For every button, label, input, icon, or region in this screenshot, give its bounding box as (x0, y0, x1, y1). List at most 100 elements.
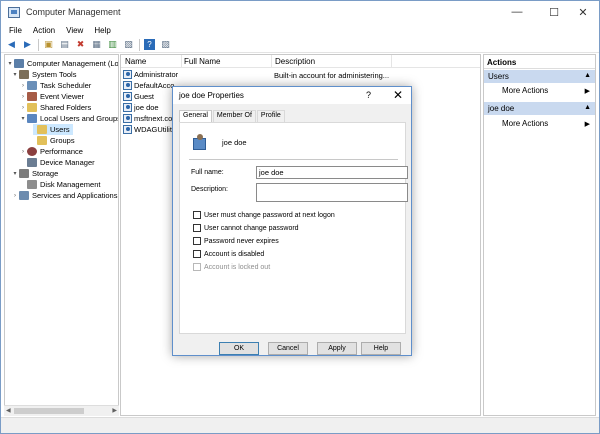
scroll-left-icon[interactable]: ◀ (6, 407, 11, 414)
actions-pane: Actions Users ▲ More Actions ▶ joe doe ▲… (483, 54, 596, 416)
computer-management-window: Computer Management — ☐ ✕ File Action Vi… (0, 0, 600, 434)
minimize-button[interactable]: — (501, 1, 533, 23)
event-viewer-icon (27, 92, 37, 101)
column-header-full-name[interactable]: Full Name (184, 57, 220, 66)
help-button[interactable]: Help (361, 342, 401, 355)
divider (189, 159, 398, 160)
expand-toggle[interactable]: ▾ (11, 71, 19, 78)
expand-toggle[interactable]: › (19, 94, 27, 100)
submenu-arrow-icon: ▶ (584, 87, 590, 95)
tree-item-shared-folders[interactable]: › Shared Folders (19, 102, 91, 113)
dialog-title-bar: joe doe Properties ? ✕ (173, 87, 411, 104)
expand-toggle[interactable]: ▾ (6, 60, 14, 67)
menu-action[interactable]: Action (33, 26, 55, 35)
console-tree-icon[interactable]: ▤ (59, 39, 70, 50)
more-actions-users[interactable]: More Actions ▶ (484, 84, 595, 97)
folder-icon (37, 136, 47, 145)
up-folder-icon[interactable]: ▣ (43, 39, 54, 50)
performance-icon (27, 147, 37, 156)
tree-horizontal-scrollbar[interactable]: ◀ ▶ (4, 405, 119, 416)
ok-button[interactable]: OK (219, 342, 259, 355)
status-bar (1, 417, 599, 433)
back-icon[interactable]: ◀ (6, 39, 17, 50)
submenu-arrow-icon: ▶ (584, 120, 590, 128)
cancel-button[interactable]: Cancel (268, 342, 308, 355)
expand-toggle[interactable]: › (19, 105, 27, 111)
menu-help[interactable]: Help (94, 26, 110, 35)
refresh-icon[interactable]: ▥ (107, 39, 118, 50)
dialog-title: joe doe Properties (179, 91, 244, 100)
column-header-name[interactable]: Name (125, 57, 146, 66)
must-change-password-checkbox[interactable]: User must change password at next logon (193, 211, 335, 219)
menu-bar: File Action View Help (1, 23, 599, 37)
expand-toggle[interactable]: › (19, 83, 27, 89)
collapse-icon[interactable]: ▲ (584, 72, 591, 79)
tools-icon (19, 70, 29, 79)
disk-icon (27, 180, 37, 189)
scrollbar-thumb[interactable] (14, 408, 84, 414)
description-input[interactable] (256, 183, 408, 202)
password-never-expires-checkbox[interactable]: Password never expires (193, 237, 279, 245)
user-account-icon (191, 134, 209, 152)
menu-file[interactable]: File (9, 26, 22, 35)
menu-view[interactable]: View (66, 26, 83, 35)
list-item[interactable]: Administrator Built-in account for admin… (121, 70, 480, 81)
properties-icon[interactable]: ▦ (91, 39, 102, 50)
expand-toggle[interactable]: › (11, 193, 19, 199)
general-tab-panel: joe doe Full name: joe doe Description: … (179, 122, 408, 334)
column-header-description[interactable]: Description (275, 57, 315, 66)
tree-item-users[interactable]: Users (33, 124, 73, 135)
users-group-icon (27, 114, 37, 123)
expand-toggle[interactable]: › (19, 149, 27, 155)
tree-item-storage[interactable]: ▾ Storage (11, 168, 58, 179)
collapse-icon[interactable]: ▲ (584, 104, 591, 111)
expand-toggle[interactable]: ▾ (19, 115, 27, 122)
tab-profile[interactable]: Profile (256, 110, 285, 122)
tree-item-local-users-and-groups[interactable]: ▾ Local Users and Groups (19, 113, 118, 124)
tree-item-computer-management[interactable]: ▾ Computer Management (Local (6, 58, 118, 69)
folder-icon (37, 125, 47, 134)
tree-item-disk-management[interactable]: Disk Management (19, 179, 100, 190)
expand-toggle[interactable]: ▾ (11, 170, 19, 177)
help-icon[interactable]: ? (144, 39, 155, 50)
full-name-input[interactable]: joe doe (256, 166, 408, 179)
tree-item-task-scheduler[interactable]: › Task Scheduler (19, 80, 91, 91)
account-locked-out-checkbox: Account is locked out (193, 263, 270, 271)
cannot-change-password-checkbox[interactable]: User cannot change password (193, 224, 299, 232)
tree-item-groups[interactable]: Groups (33, 135, 75, 146)
export-list-icon[interactable]: ▧ (123, 39, 134, 50)
tree-item-device-manager[interactable]: Device Manager (19, 157, 95, 168)
tree-item-event-viewer[interactable]: › Event Viewer (19, 91, 84, 102)
dialog-help-button[interactable]: ? (366, 90, 371, 100)
computer-management-icon (8, 6, 20, 18)
dialog-tabs: General Member Of Profile (179, 110, 286, 123)
dialog-close-button[interactable]: ✕ (393, 88, 403, 102)
console-tree: ▾ Computer Management (Local ▾ System To… (4, 54, 119, 415)
task-scheduler-icon (27, 81, 37, 90)
tree-item-system-tools[interactable]: ▾ System Tools (11, 69, 76, 80)
show-hide-pane-icon[interactable]: ▨ (160, 39, 171, 50)
account-disabled-checkbox[interactable]: Account is disabled (193, 250, 264, 258)
actions-group-users[interactable]: Users ▲ (484, 70, 595, 83)
actions-title: Actions (484, 55, 595, 69)
actions-group-joe-doe[interactable]: joe doe ▲ (484, 102, 595, 115)
toolbar: ◀ ▶ ▣ ▤ ✖ ▦ ▥ ▧ ? ▨ (1, 37, 599, 53)
tree-item-performance[interactable]: › Performance (19, 146, 83, 157)
apply-button[interactable]: Apply (317, 342, 357, 355)
forward-icon[interactable]: ▶ (22, 39, 33, 50)
full-name-label: Full name: (191, 169, 224, 176)
delete-icon[interactable]: ✖ (75, 39, 86, 50)
toolbar-divider (139, 38, 140, 51)
user-icon (123, 103, 132, 112)
close-window-button[interactable]: ✕ (567, 1, 599, 23)
maximize-button[interactable]: ☐ (538, 1, 570, 23)
scroll-right-icon[interactable]: ▶ (112, 407, 117, 414)
description-label: Description: (191, 186, 228, 193)
tree-item-services-and-applications[interactable]: › Services and Applications (11, 190, 117, 201)
tab-member-of[interactable]: Member Of (212, 110, 256, 122)
user-name-label: joe doe (222, 138, 247, 147)
storage-icon (19, 169, 29, 178)
user-icon (123, 70, 132, 79)
user-icon (123, 81, 132, 90)
more-actions-joe-doe[interactable]: More Actions ▶ (484, 117, 595, 130)
